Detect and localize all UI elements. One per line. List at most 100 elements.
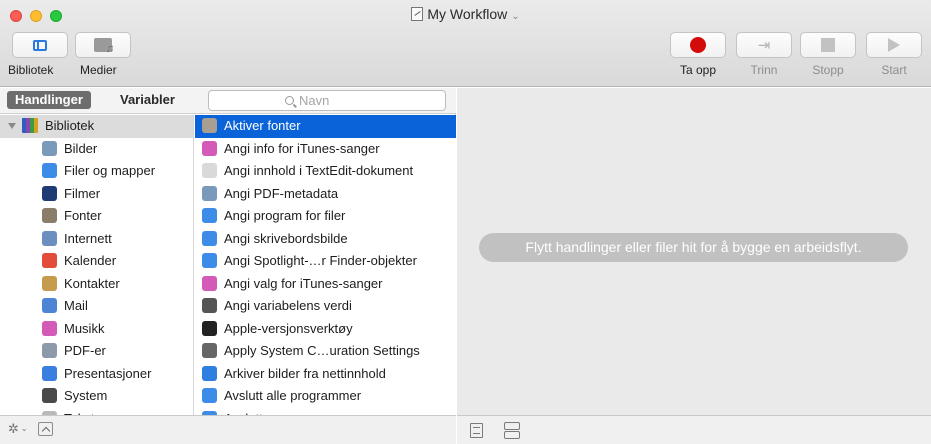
textedit-icon <box>202 163 217 178</box>
action-item[interactable]: Angi info for iTunes-sanger <box>195 138 456 161</box>
action-item[interactable]: Angi variabelens verdi <box>195 295 456 318</box>
category-item[interactable]: Bilder <box>0 138 193 161</box>
category-label: Internett <box>64 230 112 246</box>
font-book-icon <box>202 118 217 133</box>
category-item[interactable]: Internett <box>0 228 193 251</box>
category-item[interactable]: System <box>0 385 193 408</box>
automator-window: My Workflow⌄ Bibliotek Medier Ta opp ⇥ T… <box>0 0 931 444</box>
workflow-document-icon <box>411 7 424 21</box>
finder-icon <box>202 230 217 246</box>
action-label: Angi info for iTunes-sanger <box>224 140 380 156</box>
action-item[interactable]: Arkiver bilder fra nettinnhold <box>195 363 456 386</box>
category-label: System <box>64 388 108 403</box>
category-item[interactable]: Filmer <box>0 183 193 206</box>
itunes-icon <box>42 320 57 336</box>
category-item[interactable]: Kalender <box>0 250 193 273</box>
library-icon <box>22 118 38 133</box>
title-chevron-icon: ⌄ <box>511 11 520 22</box>
action-label: Angi skrivebordsbilde <box>224 230 348 246</box>
category-label: Fonter <box>64 208 102 223</box>
workflow-footer <box>457 415 931 444</box>
category-item[interactable]: PDF-er <box>0 340 193 363</box>
step-label: Trinn <box>750 63 778 77</box>
workflow-empty-hint: Flytt handlinger eller filer hit for å b… <box>479 233 908 262</box>
category-item[interactable]: Filer og mapper <box>0 160 193 183</box>
category-item[interactable]: Fonter <box>0 205 193 228</box>
library-footer: ✲ ⌄ <box>0 415 456 444</box>
step-icon: ⇥ <box>757 36 771 54</box>
category-list[interactable]: Bibliotek Bilder Filer og mapper Filmer Font… <box>0 115 194 415</box>
search-input[interactable] <box>299 93 369 108</box>
category-item[interactable]: Tekst <box>0 408 193 415</box>
action-item[interactable]: Angi PDF-metadata <box>195 183 456 206</box>
record-label: Ta opp <box>679 63 717 77</box>
tab-variables[interactable]: Variabler <box>112 91 183 109</box>
action-item[interactable]: Avslutt alle programmer <box>195 385 456 408</box>
action-item[interactable]: Aktiver fonter <box>195 115 456 138</box>
safari-icon <box>202 365 217 381</box>
globe-icon <box>42 230 57 246</box>
contacts-icon <box>42 275 57 291</box>
run-button[interactable] <box>866 32 922 58</box>
action-item[interactable]: Avslutt … <box>195 408 456 415</box>
play-icon <box>888 38 900 52</box>
variables-view-icon[interactable] <box>504 422 520 439</box>
finder-icon <box>202 253 217 268</box>
preview-icon <box>202 185 217 201</box>
window-title[interactable]: My Workflow ⌄ <box>0 6 931 22</box>
action-item[interactable]: Angi program for filer <box>195 205 456 228</box>
stop-icon <box>821 38 835 52</box>
action-item[interactable]: Apply System C…uration Settings <box>195 340 456 363</box>
category-label: Filer og mapper <box>64 163 156 178</box>
record-icon <box>690 37 706 53</box>
category-label: Filmer <box>64 185 101 201</box>
chevron-down-icon: ⌄ <box>20 424 28 433</box>
tab-actions[interactable]: Handlinger <box>7 91 91 109</box>
automator-icon <box>202 343 217 358</box>
record-button[interactable] <box>670 32 726 58</box>
finder-icon <box>202 208 217 223</box>
log-view-icon[interactable] <box>470 423 483 438</box>
action-item[interactable]: Angi skrivebordsbilde <box>195 228 456 251</box>
library-pane: Handlinger Variabler Bibliotek Bilder File… <box>0 88 456 444</box>
category-item[interactable]: Presentasjoner <box>0 363 193 386</box>
search-field[interactable] <box>208 90 446 111</box>
action-item[interactable]: Angi valg for iTunes-sanger <box>195 273 456 296</box>
action-item[interactable]: Angi innhold i TextEdit-dokument <box>195 160 456 183</box>
action-item[interactable]: Apple-versjonsverktøy <box>195 318 456 341</box>
media-icon <box>94 38 114 55</box>
category-label: Musikk <box>64 320 105 336</box>
disclosure-triangle-icon[interactable] <box>8 123 16 129</box>
action-list[interactable]: Aktiver fonter Angi info for iTunes-sange… <box>195 115 456 415</box>
media-button[interactable] <box>75 32 131 58</box>
font-book-icon <box>42 208 57 223</box>
workflow-area[interactable]: Flytt handlinger eller filer hit for å b… <box>457 88 931 415</box>
action-menu-button[interactable]: ✲ ⌄ <box>8 422 28 437</box>
action-label: Apply System C…uration Settings <box>224 343 420 358</box>
action-label: Apple-versjonsverktøy <box>224 320 353 336</box>
automator-icon <box>202 298 217 313</box>
action-label: Angi program for filer <box>224 208 346 223</box>
step-button[interactable]: ⇥ <box>736 32 792 58</box>
category-item[interactable]: Kontakter <box>0 273 193 296</box>
category-label: Mail <box>64 298 88 313</box>
category-label: Presentasjoner <box>64 365 152 381</box>
category-item[interactable]: Musikk <box>0 318 193 341</box>
action-label: Angi variabelens verdi <box>224 298 352 313</box>
category-root-library[interactable]: Bibliotek <box>0 115 193 138</box>
mail-icon <box>42 298 57 313</box>
action-label: Angi PDF-metadata <box>224 185 339 201</box>
action-label: Aktiver fonter <box>224 118 301 133</box>
terminal-icon <box>202 320 217 336</box>
title-bar: My Workflow⌄ Bibliotek Medier Ta opp ⇥ T… <box>0 0 931 87</box>
calendar-icon <box>42 253 57 268</box>
stop-button[interactable] <box>800 32 856 58</box>
run-label: Start <box>881 63 907 77</box>
library-label: Bibliotek <box>8 63 54 77</box>
action-label: Angi innhold i TextEdit-dokument <box>224 163 414 178</box>
library-button[interactable] <box>12 32 68 58</box>
show-description-button[interactable] <box>38 422 53 436</box>
action-label: Avslutt alle programmer <box>224 388 362 403</box>
action-item[interactable]: Angi Spotlight-…r Finder-objekter <box>195 250 456 273</box>
category-item[interactable]: Mail <box>0 295 193 318</box>
